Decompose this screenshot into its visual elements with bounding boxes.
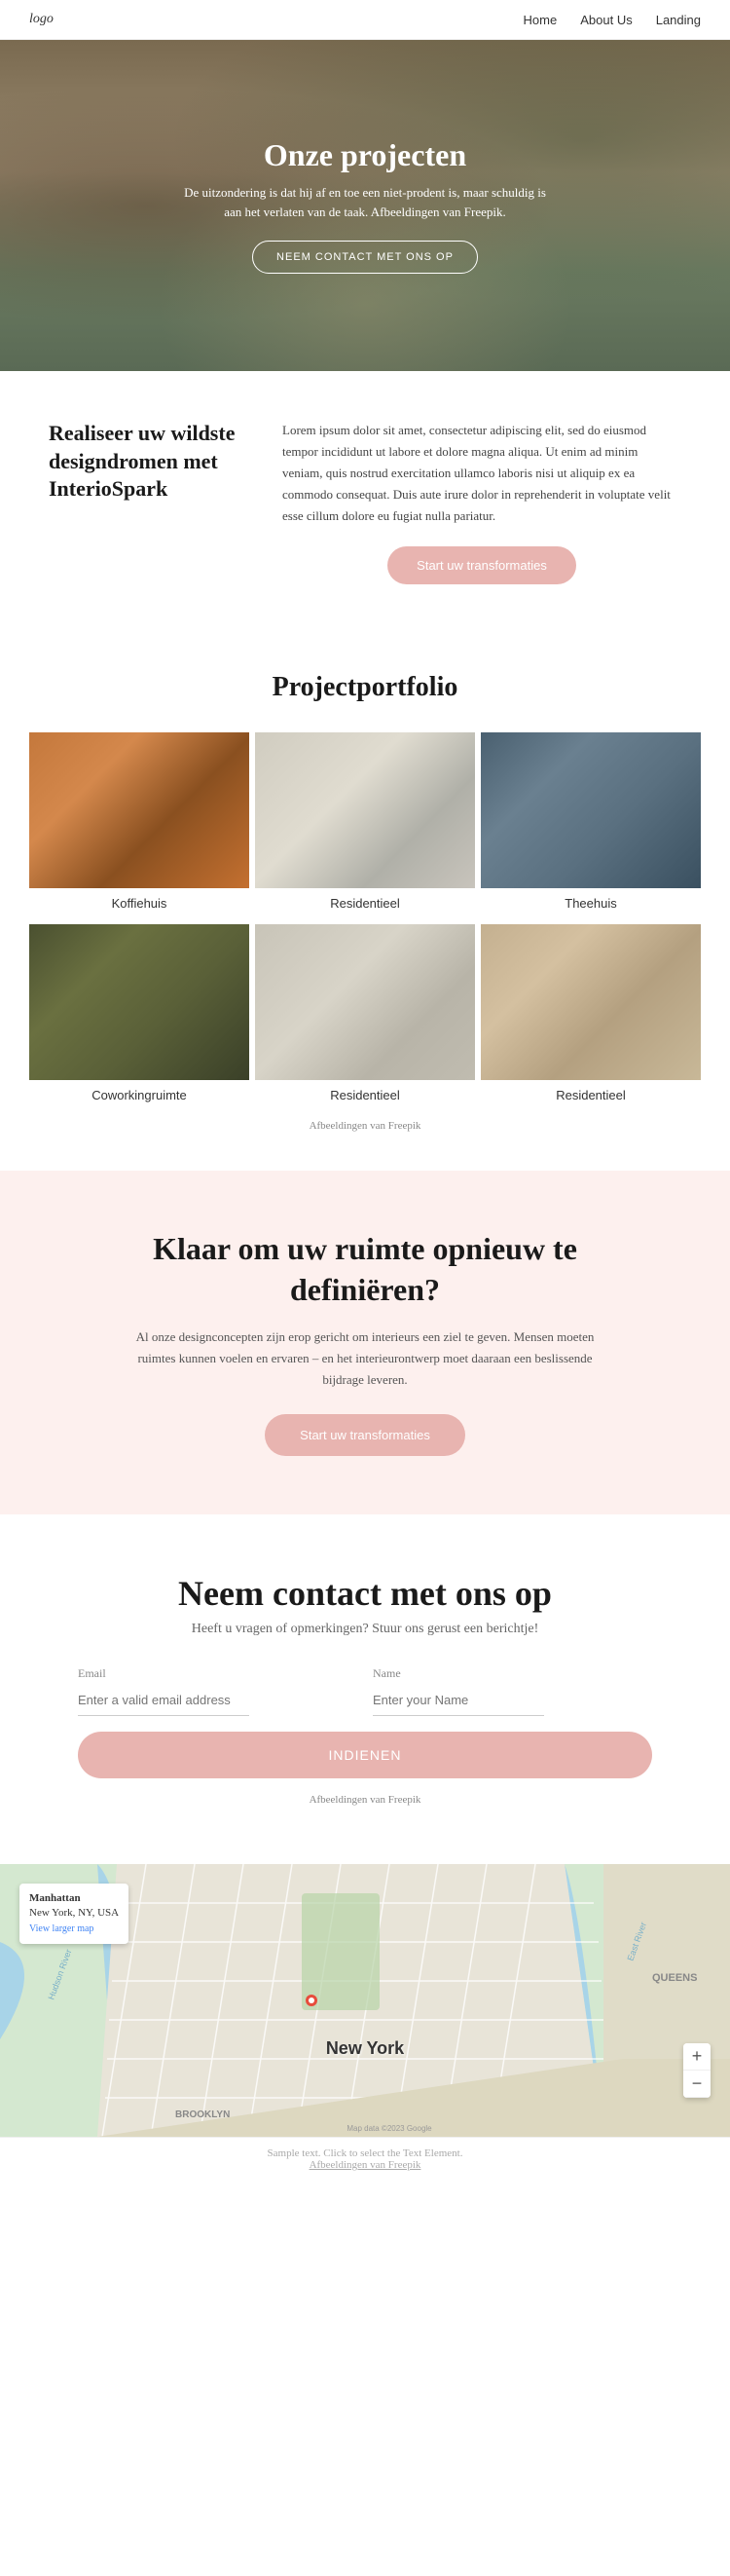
portfolio-label-coffeehouse: Koffiehuis [29,888,249,918]
hero-description: De uitzondering is dat hij af en toe een… [180,183,550,221]
logo: logo [29,12,54,27]
about-transform-button[interactable]: Start uw transformaties [387,546,576,584]
name-label: Name [373,1666,652,1681]
contact-credits: Afbeeldingen van Freepik [78,1794,652,1806]
cta-section: Klaar om uw ruimte opnieuw te definiëren… [0,1171,730,1513]
svg-text:QUEENS: QUEENS [652,1972,697,1984]
portfolio-label-coworking: Coworkingruimte [29,1080,249,1110]
nav-about[interactable]: About Us [580,13,632,27]
zoom-out-button[interactable]: − [683,2071,711,2098]
portfolio-label-residential2: Residentieel [255,1080,475,1110]
view-larger-map-link[interactable]: View larger map [29,1923,93,1934]
about-right: Lorem ipsum dolor sit amet, consectetur … [282,420,681,584]
navbar: logo Home About Us Landing [0,0,730,40]
about-section: Realiseer uw wildste designdromen met In… [0,371,730,633]
email-field-group: Email [78,1666,357,1716]
nav-links: Home About Us Landing [524,13,701,27]
nav-landing[interactable]: Landing [656,13,701,27]
portfolio-item-coffeehouse: Koffiehuis [29,732,249,918]
map-section: Hudson River East River QUEENS BROOKLYN … [0,1864,730,2137]
map-location-name: Manhattan [29,1892,81,1904]
contact-form: Email Name [78,1666,652,1716]
footer-freepik-link[interactable]: Afbeeldingen van Freepik [310,2159,421,2171]
portfolio-image-coworking [29,924,249,1080]
contact-title: Neem contact met ons op [78,1573,652,1614]
zoom-in-button[interactable]: + [683,2043,711,2071]
portfolio-image-residential2 [255,924,475,1080]
portfolio-credits: Afbeeldingen van Freepik [29,1120,701,1132]
name-input[interactable] [373,1685,544,1716]
portfolio-item-residential1: Residentieel [255,732,475,918]
portfolio-image-coffeehouse [29,732,249,888]
cta-title: Klaar om uw ruimte opnieuw te definiëren… [78,1229,652,1310]
about-left: Realiseer uw wildste designdromen met In… [49,420,243,584]
portfolio-section: Projectportfolio Koffiehuis Residentieel… [0,633,730,1171]
portfolio-label-teahouse: Theehuis [481,888,701,918]
svg-text:Map data ©2023 Google: Map data ©2023 Google [347,2124,432,2133]
map-location-address: New York, NY, USA [29,1907,119,1919]
map-location-popup: Manhattan New York, NY, USA View larger … [19,1884,128,1944]
name-field-group: Name [373,1666,652,1716]
email-label: Email [78,1666,357,1681]
portfolio-item-coworking: Coworkingruimte [29,924,249,1110]
bottom-bar: Sample text. Click to select the Text El… [0,2137,730,2181]
map-background: Hudson River East River QUEENS BROOKLYN … [0,1864,730,2137]
about-body: Lorem ipsum dolor sit amet, consectetur … [282,420,681,527]
cta-button[interactable]: Start uw transformaties [265,1414,465,1456]
portfolio-title: Projectportfolio [29,672,701,703]
portfolio-image-residential1 [255,732,475,888]
email-input[interactable] [78,1685,249,1716]
portfolio-label-residential3: Residentieel [481,1080,701,1110]
portfolio-image-residential3 [481,924,701,1080]
portfolio-image-teahouse [481,732,701,888]
hero-cta-button[interactable]: NEEM CONTACT MET ONS OP [252,241,478,274]
portfolio-grid: Koffiehuis Residentieel Theehuis Coworki… [29,732,701,1110]
hero-section: Onze projecten De uitzondering is dat hi… [0,40,730,371]
sample-text: Sample text. Click to select the Text El… [19,2147,711,2159]
portfolio-label-residential1: Residentieel [255,888,475,918]
footer-credits: Afbeeldingen van Freepik [19,2159,711,2171]
map-zoom-controls: + − [683,2043,711,2098]
nav-home[interactable]: Home [524,13,558,27]
cta-description: Al onze designconcepten zijn erop gerich… [122,1326,608,1391]
hero-title: Onze projecten [264,137,466,173]
submit-button[interactable]: INDIENEN [78,1732,652,1778]
contact-subtitle: Heeft u vragen of opmerkingen? Stuur ons… [78,1622,652,1637]
svg-text:BROOKLYN: BROOKLYN [175,2109,230,2120]
about-heading: Realiseer uw wildste designdromen met In… [49,420,243,504]
portfolio-item-residential3: Residentieel [481,924,701,1110]
portfolio-item-residential2: Residentieel [255,924,475,1110]
contact-section: Neem contact met ons op Heeft u vragen o… [0,1514,730,1864]
map-city-label: New York [326,2038,404,2059]
portfolio-item-teahouse: Theehuis [481,732,701,918]
